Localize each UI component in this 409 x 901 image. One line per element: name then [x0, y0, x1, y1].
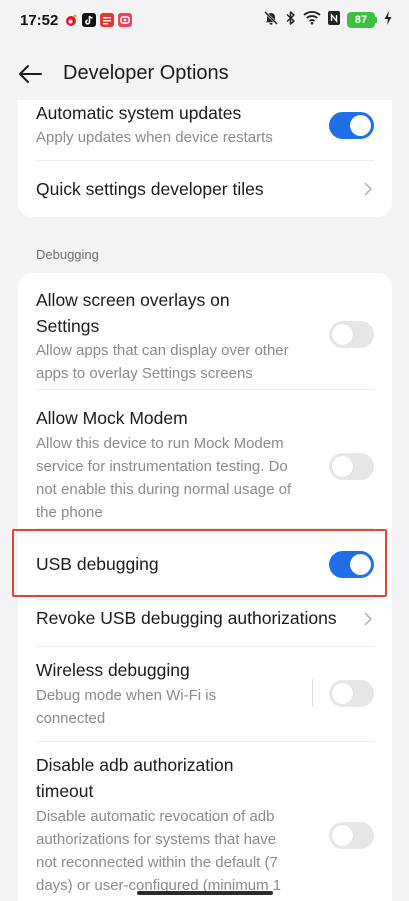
- silent-bell-icon: [263, 10, 279, 31]
- row-allow-screen-overlays[interactable]: Allow screen overlays on Settings Allow …: [18, 273, 392, 389]
- row-subtitle-line3: not enable this during normal usage of: [36, 481, 292, 498]
- battery-cap: [375, 17, 377, 23]
- row-subtitle-line2: connected: [36, 710, 106, 727]
- status-time: 17:52: [20, 12, 59, 29]
- back-button[interactable]: [14, 58, 46, 90]
- page-title: Developer Options: [63, 62, 229, 84]
- row-subtitle-line1: Allow apps that can display over other: [36, 342, 289, 359]
- chevron-right-icon: [364, 182, 373, 196]
- row-allow-mock-modem[interactable]: Allow Mock Modem Allow this device to ru…: [18, 390, 392, 528]
- allow-mock-modem-toggle[interactable]: [329, 453, 374, 480]
- red-app-icon: [118, 13, 132, 27]
- row-title-line2: timeout: [36, 781, 94, 801]
- tiktok-app-icon: [82, 13, 96, 27]
- wireless-debugging-toggle[interactable]: [329, 680, 374, 707]
- status-bar: 17:52 87: [0, 0, 409, 40]
- row-usb-debugging[interactable]: USB debugging: [18, 529, 392, 599]
- row-title: Automatic system updates: [36, 103, 242, 123]
- row-subtitle-line1: Disable automatic revocation of adb: [36, 808, 275, 825]
- news-app-icon: [100, 13, 114, 27]
- status-icons: 87: [263, 10, 393, 31]
- row-subtitle-line1: Allow this device to run Mock Modem: [36, 435, 284, 452]
- row-title-line1: Disable adb authorization: [36, 755, 234, 775]
- row-title: Wireless debugging: [36, 660, 190, 680]
- row-title: Revoke USB debugging authorizations: [36, 608, 337, 628]
- back-arrow-icon: [19, 65, 42, 83]
- row-subtitle: Apply updates when device restarts: [36, 129, 273, 146]
- row-quick-settings-developer-tiles[interactable]: Quick settings developer tiles: [18, 161, 392, 217]
- row-subtitle-line3: not reconnected within the default (7: [36, 854, 278, 871]
- row-subtitle-line2: authorizations for systems that have: [36, 831, 277, 848]
- nfc-icon: [327, 10, 341, 31]
- home-indicator[interactable]: [137, 891, 273, 895]
- screen: 17:52 87 Developer Options Automatic sys…: [0, 0, 409, 901]
- wifi-icon: [303, 10, 321, 30]
- automatic-system-updates-toggle[interactable]: [329, 112, 374, 139]
- row-subtitle-line1: Debug mode when Wi-Fi is: [36, 687, 217, 704]
- disable-adb-authorization-timeout-toggle[interactable]: [329, 822, 374, 849]
- usb-debugging-toggle[interactable]: [329, 551, 374, 578]
- battery-level: 87: [347, 12, 375, 28]
- bluetooth-icon: [285, 10, 297, 31]
- row-subtitle-line2: apps to overlay Settings screens: [36, 365, 253, 382]
- row-title: Allow Mock Modem: [36, 408, 188, 428]
- row-wireless-debugging[interactable]: Wireless debugging Debug mode when Wi-Fi…: [18, 647, 392, 741]
- settings-list[interactable]: Automatic system updates Apply updates w…: [0, 100, 409, 901]
- row-revoke-usb-debugging-authorizations[interactable]: Revoke USB debugging authorizations: [18, 600, 392, 646]
- charging-icon: [383, 10, 393, 31]
- debugging-card: Allow screen overlays on Settings Allow …: [18, 273, 392, 901]
- title-bar: Developer Options: [0, 48, 409, 100]
- general-card: Automatic system updates Apply updates w…: [18, 100, 392, 217]
- row-title-line1: Allow screen overlays on: [36, 290, 230, 310]
- row-title-line2: Settings: [36, 316, 100, 336]
- battery-indicator: 87: [347, 12, 377, 28]
- row-title: USB debugging: [36, 554, 159, 574]
- vertical-separator: [312, 679, 313, 707]
- weibo-app-icon: [64, 13, 78, 27]
- row-automatic-system-updates[interactable]: Automatic system updates Apply updates w…: [18, 100, 392, 160]
- row-subtitle-line4: the phone: [36, 504, 103, 521]
- row-title: Quick settings developer tiles: [36, 179, 264, 199]
- row-disable-adb-authorization-timeout[interactable]: Disable adb authorization timeout Disabl…: [18, 742, 392, 901]
- allow-screen-overlays-toggle[interactable]: [329, 321, 374, 348]
- section-label-debugging: Debugging: [36, 247, 99, 262]
- chevron-right-icon: [364, 612, 373, 626]
- row-subtitle-line2: service for instrumentation testing. Do: [36, 458, 288, 475]
